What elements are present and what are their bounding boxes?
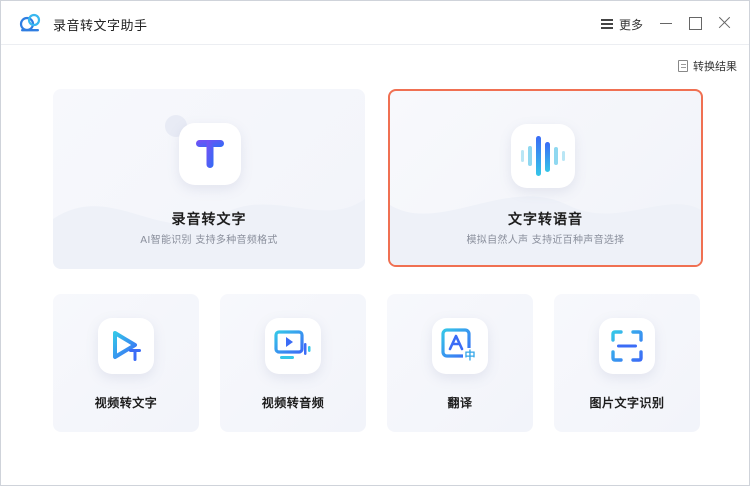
record-to-text-title: 录音转文字: [171, 212, 247, 228]
close-button[interactable]: [716, 15, 732, 31]
text-to-speech-tile: [511, 124, 575, 188]
video-audio-icon: [274, 330, 311, 359]
document-icon: [678, 60, 688, 72]
app-logo-icon: [19, 13, 41, 32]
video-to-text-title: 视频转文字: [94, 396, 158, 410]
translate-tile: 中: [432, 318, 488, 374]
sound-wave-icon: [521, 136, 565, 176]
title-bar: 录音转文字助手 更多: [1, 1, 749, 45]
more-menu-button[interactable]: 更多: [601, 15, 643, 33]
video-to-audio-card[interactable]: 视频转音频: [220, 294, 366, 432]
video-to-text-card[interactable]: 视频转文字: [53, 294, 199, 432]
record-to-text-tile: [179, 123, 241, 185]
video-to-text-tile: [98, 318, 154, 374]
minimize-button[interactable]: [658, 15, 674, 31]
record-to-text-card[interactable]: 录音转文字 AI智能识别 支持多种音频格式: [53, 89, 365, 269]
svg-text:中: 中: [465, 348, 476, 362]
convert-results-button[interactable]: 转换结果: [678, 58, 737, 74]
image-to-text-card[interactable]: 图片文字识别: [554, 294, 700, 432]
app-window: 录音转文字助手 更多 转换结果 录音转文字 AI智能识别 支持多种音频格式 文字…: [0, 0, 750, 486]
video-to-audio-title: 视频转音频: [261, 396, 325, 410]
convert-results-label: 转换结果: [693, 60, 737, 73]
app-title: 录音转文字助手: [53, 19, 148, 34]
text-to-speech-card[interactable]: 文字转语音 模拟自然人声 支持近百种声音选择: [388, 89, 703, 267]
translate-icon: 中: [441, 328, 477, 362]
text-to-speech-title: 文字转语音: [508, 212, 583, 228]
text-to-speech-subtitle: 模拟自然人声 支持近百种声音选择: [466, 235, 625, 246]
video-text-icon: [113, 331, 141, 361]
image-to-text-title: 图片文字识别: [589, 396, 665, 410]
record-to-text-subtitle: AI智能识别 支持多种音频格式: [140, 235, 278, 246]
maximize-button[interactable]: [687, 15, 703, 31]
scan-icon: [611, 330, 643, 362]
video-to-audio-tile: [265, 318, 321, 374]
translate-title: 翻译: [447, 396, 473, 410]
translate-card[interactable]: 中 翻译: [387, 294, 533, 432]
image-to-text-tile: [599, 318, 655, 374]
letter-t-icon: [196, 140, 224, 168]
more-label: 更多: [619, 17, 644, 32]
menu-icon: [601, 19, 613, 29]
